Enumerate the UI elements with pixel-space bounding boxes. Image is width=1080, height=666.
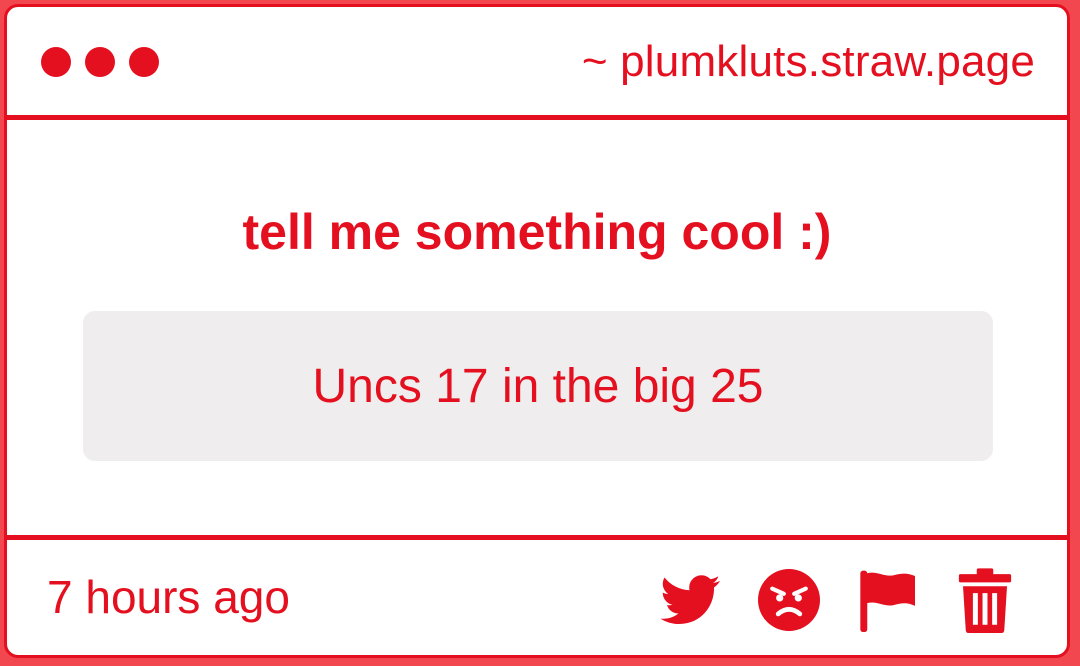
window-controls	[41, 47, 159, 77]
message-card: ~ plumkluts.straw.page tell me something…	[4, 4, 1070, 658]
page-url[interactable]: ~ plumkluts.straw.page	[582, 37, 1035, 87]
window-dot-2[interactable]	[85, 47, 115, 77]
share-twitter-button[interactable]	[659, 568, 723, 632]
window-dot-1[interactable]	[41, 47, 71, 77]
action-bar	[659, 568, 1017, 633]
flag-icon	[860, 570, 915, 632]
report-button[interactable]	[855, 568, 919, 632]
answer-text: Uncs 17 in the big 25	[312, 359, 764, 413]
trash-icon	[958, 568, 1012, 633]
window-dot-3[interactable]	[129, 47, 159, 77]
angry-face-icon	[758, 569, 820, 631]
card-footer: 7 hours ago	[7, 535, 1067, 655]
answer-box: Uncs 17 in the big 25	[83, 311, 993, 461]
react-angry-button[interactable]	[757, 568, 821, 632]
question-text: tell me something cool :)	[242, 204, 832, 260]
timestamp: 7 hours ago	[47, 571, 290, 623]
twitter-icon	[661, 575, 720, 624]
delete-button[interactable]	[953, 568, 1017, 633]
window-titlebar: ~ plumkluts.straw.page	[7, 7, 1067, 120]
